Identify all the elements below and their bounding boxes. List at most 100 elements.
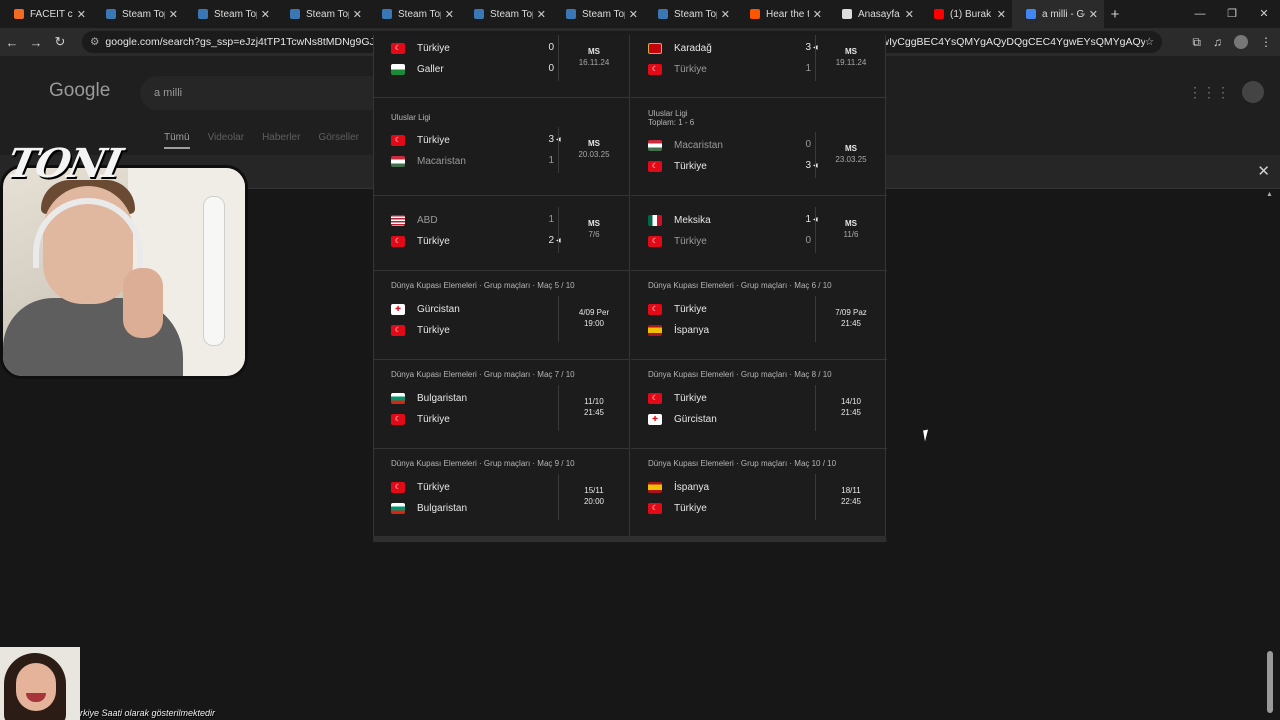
tab-favicon-icon bbox=[382, 9, 392, 19]
kickoff-date: 11/10 bbox=[584, 397, 604, 406]
team-name: Türkiye bbox=[417, 235, 450, 247]
tab-close-icon[interactable]: ✕ bbox=[721, 8, 730, 21]
minimize-icon[interactable]: — bbox=[1184, 0, 1216, 28]
tab-close-icon[interactable]: ✕ bbox=[1089, 8, 1098, 21]
close-icon[interactable]: ✕ bbox=[1257, 162, 1270, 180]
match-card[interactable]: Dünya Kupası Elemeleri · Grup maçları · … bbox=[374, 271, 630, 360]
flag-icon bbox=[391, 502, 405, 514]
team-score: 1 bbox=[805, 214, 811, 225]
tab-close-icon[interactable]: ✕ bbox=[169, 8, 178, 21]
team-score: 3 bbox=[548, 134, 554, 145]
flag-icon: ✚ bbox=[648, 413, 662, 425]
team-row: ✚ Gürcistan bbox=[391, 302, 561, 316]
kickoff-time: 21:45 bbox=[840, 319, 862, 328]
team-row: İspanya bbox=[648, 323, 818, 337]
browser-tab[interactable]: Steam Toplu ✕ bbox=[644, 0, 736, 28]
browser-tab[interactable]: Anasayfa / X ✕ bbox=[828, 0, 920, 28]
match-card[interactable]: Dünya Kupası Elemeleri · Grup maçları · … bbox=[374, 360, 630, 449]
match-status: 14/10 21:45 bbox=[816, 396, 886, 418]
guest-face bbox=[16, 663, 56, 711]
tab-close-icon[interactable]: ✕ bbox=[445, 8, 454, 21]
team-name: İspanya bbox=[674, 324, 710, 336]
search-tab[interactable]: Haberler bbox=[262, 132, 300, 149]
back-icon[interactable]: ← bbox=[0, 35, 24, 50]
browser-tab[interactable]: Steam Toplu ✕ bbox=[460, 0, 552, 28]
flag-icon bbox=[391, 155, 405, 167]
tab-close-icon[interactable]: ✕ bbox=[353, 8, 362, 21]
flag-icon: ☾ bbox=[391, 42, 405, 54]
kickoff-date: 7/09 Paz bbox=[835, 308, 867, 317]
tab-close-icon[interactable]: ✕ bbox=[629, 8, 638, 21]
match-card[interactable]: Uluslar Ligi☾Türkiye3◀Macaristan1MS20.03… bbox=[374, 98, 630, 196]
tab-close-icon[interactable]: ✕ bbox=[997, 8, 1006, 21]
browser-tab[interactable]: Hear the tra ✕ bbox=[736, 0, 828, 28]
apps-grid-icon[interactable]: ⋮⋮⋮ bbox=[1188, 84, 1230, 101]
site-info-icon[interactable]: ⚙ bbox=[90, 36, 99, 48]
google-logo[interactable]: Google bbox=[49, 80, 110, 102]
scrollbar-thumb[interactable] bbox=[1267, 651, 1273, 713]
forward-icon[interactable]: → bbox=[24, 35, 48, 50]
browser-tab[interactable]: FACEIT com ✕ bbox=[0, 0, 92, 28]
competition-label: Dünya Kupası Elemeleri · Grup maçları · … bbox=[648, 459, 837, 468]
extensions-icon[interactable]: ⧉ bbox=[1192, 35, 1201, 50]
tab-close-icon[interactable]: ✕ bbox=[261, 8, 270, 21]
scroll-up-icon[interactable]: ▲ bbox=[1266, 191, 1273, 198]
team-name: Karadağ bbox=[674, 42, 712, 54]
browser-tab[interactable]: Steam Toplu ✕ bbox=[92, 0, 184, 28]
browser-tab[interactable]: Steam Toplu ✕ bbox=[184, 0, 276, 28]
match-date: 19.11.24 bbox=[835, 58, 867, 67]
tab-close-icon[interactable]: ✕ bbox=[905, 8, 914, 21]
team-name: Türkiye bbox=[674, 502, 707, 514]
team-name: Türkiye bbox=[417, 134, 450, 146]
bookmark-star-icon[interactable]: ☆ bbox=[1145, 36, 1154, 48]
match-card[interactable]: Dünya Kupası Elemeleri · Grup maçları · … bbox=[631, 360, 887, 449]
menu-icon[interactable]: ⋮ bbox=[1260, 35, 1272, 49]
match-card[interactable]: Dünya Kupası Elemeleri · Grup maçları · … bbox=[374, 449, 630, 541]
stream-logo: TONI bbox=[3, 140, 125, 187]
match-card[interactable]: ☾ Türkiye 0 Galler 0 MS 16.11.24 bbox=[374, 35, 630, 98]
match-card[interactable]: Uluslar Ligi Toplam: 1 - 6 Macaristan 0 ☾ Tür… bbox=[631, 98, 887, 196]
media-controls-icon[interactable]: ♫ bbox=[1213, 35, 1222, 49]
team-row: ☾ Türkiye bbox=[648, 159, 818, 173]
browser-tab[interactable]: Steam Toplu ✕ bbox=[368, 0, 460, 28]
reload-icon[interactable]: ↻ bbox=[48, 34, 72, 50]
browser-tab[interactable]: Steam Toplu ✕ bbox=[276, 0, 368, 28]
kickoff-date: 18/11 bbox=[841, 486, 861, 495]
restore-icon[interactable]: ❐ bbox=[1216, 0, 1248, 28]
flag-icon: ☾ bbox=[391, 413, 405, 425]
tab-close-icon[interactable]: ✕ bbox=[77, 8, 86, 21]
team-row: İspanya bbox=[648, 480, 818, 494]
new-tab-icon[interactable]: + bbox=[1104, 6, 1126, 23]
competition-label: Dünya Kupası Elemeleri · Grup maçları · … bbox=[648, 370, 832, 379]
horizontal-scrollbar[interactable] bbox=[373, 536, 886, 542]
profile-avatar[interactable] bbox=[1234, 35, 1248, 49]
tab-title: Steam Toplu bbox=[490, 8, 533, 20]
team-row: ☾ Türkiye bbox=[391, 480, 561, 494]
team-name: Gürcistan bbox=[674, 413, 717, 425]
window-controls: — ❐ ✕ bbox=[1184, 0, 1280, 28]
team-name: Türkiye bbox=[417, 413, 450, 425]
flag-icon bbox=[648, 42, 662, 54]
team-row: ☾ Türkiye bbox=[391, 323, 561, 337]
browser-tab[interactable]: Steam Toplu ✕ bbox=[552, 0, 644, 28]
close-window-icon[interactable]: ✕ bbox=[1248, 0, 1280, 28]
match-card[interactable]: Dünya Kupası Elemeleri · Grup maçları · … bbox=[631, 449, 887, 541]
tab-close-icon[interactable]: ✕ bbox=[537, 8, 546, 21]
tab-strip: FACEIT com✕Steam Toplu✕Steam Toplu✕Steam… bbox=[0, 0, 1280, 28]
tab-close-icon[interactable]: ✕ bbox=[813, 8, 822, 21]
scrollbar[interactable]: ▲ bbox=[1266, 191, 1274, 713]
account-avatar[interactable] bbox=[1242, 81, 1264, 103]
match-card[interactable]: Dünya Kupası Elemeleri · Grup maçları · … bbox=[631, 271, 887, 360]
team-row: ☾ Türkiye bbox=[648, 501, 818, 515]
browser-tab[interactable]: (1) Burak Yıl ✕ bbox=[920, 0, 1012, 28]
browser-tab[interactable]: a milli - Goo ✕ bbox=[1012, 0, 1104, 28]
match-status: MS 11/6 bbox=[816, 218, 886, 240]
kickoff-date: 14/10 bbox=[840, 397, 862, 406]
flag-icon: ☾ bbox=[648, 502, 662, 514]
team-row: ☾ Türkiye bbox=[391, 133, 561, 147]
search-tab[interactable]: Görseller bbox=[318, 132, 359, 149]
match-card[interactable]: Meksika1◀☾Türkiye0MS11/6 bbox=[631, 196, 887, 271]
tab-favicon-icon bbox=[290, 9, 300, 19]
match-card[interactable]: ABD1☾Türkiye2◀MS7/6 bbox=[374, 196, 630, 271]
match-card[interactable]: Karadağ3◀☾Türkiye1MS19.11.24 bbox=[631, 35, 887, 98]
